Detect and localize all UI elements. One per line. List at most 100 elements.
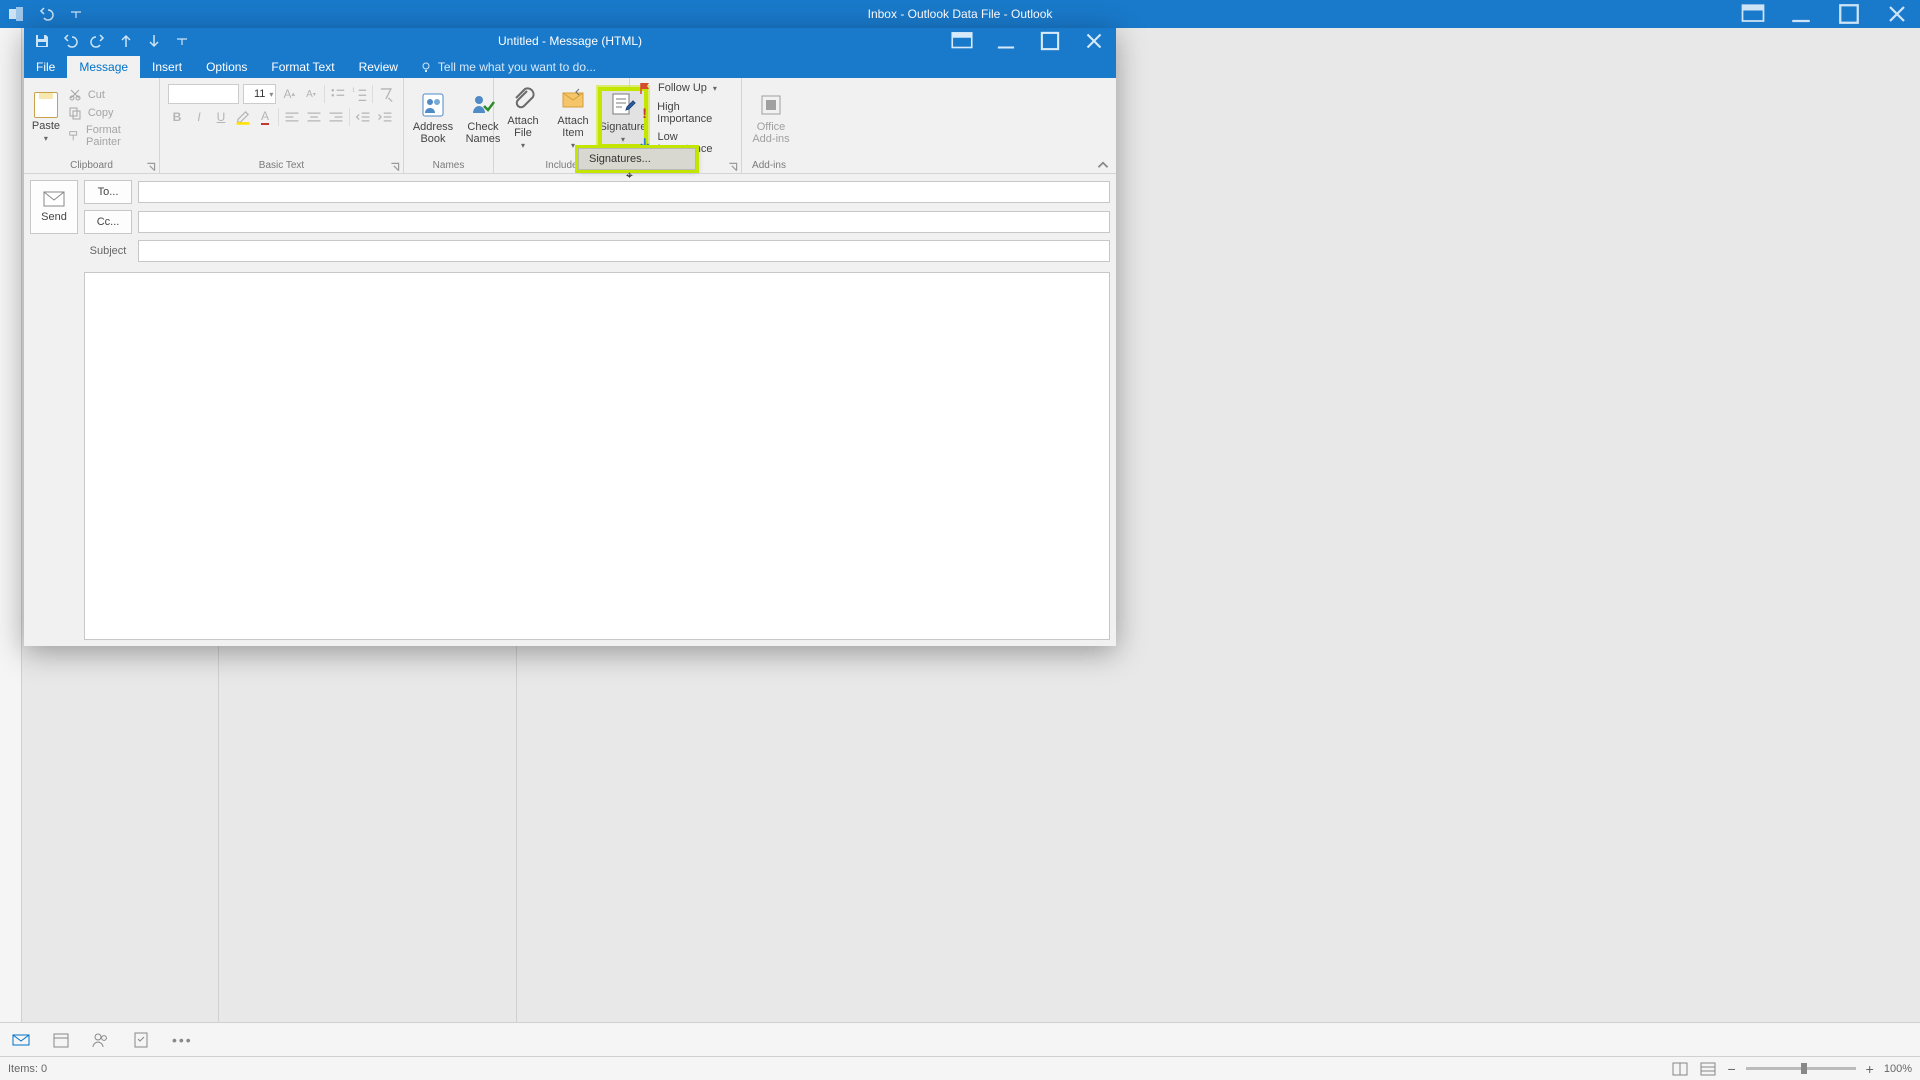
separator bbox=[349, 108, 350, 126]
save-icon[interactable] bbox=[34, 33, 50, 49]
follow-up-label: Follow Up bbox=[658, 82, 707, 94]
ribbon-display-options-icon[interactable] bbox=[940, 28, 984, 54]
align-left-icon[interactable] bbox=[283, 108, 301, 126]
outlook-navigation-bar: ••• bbox=[0, 1022, 1920, 1056]
tell-me-label: Tell me what you want to do... bbox=[438, 60, 596, 74]
zoom-out-icon[interactable]: − bbox=[1727, 1061, 1735, 1077]
to-field[interactable] bbox=[138, 181, 1110, 203]
bold-icon[interactable]: B bbox=[168, 108, 186, 126]
tab-options[interactable]: Options bbox=[194, 56, 259, 78]
compose-ribbon-tabs: File Message Insert Options Format Text … bbox=[24, 54, 1116, 78]
mail-icon[interactable] bbox=[12, 1031, 30, 1049]
close-button[interactable] bbox=[1072, 28, 1116, 54]
compose-title-text: Untitled - Message (HTML) bbox=[498, 34, 642, 48]
format-painter-label: Format Painter bbox=[86, 124, 149, 148]
pane-divider bbox=[516, 645, 517, 1022]
people-icon[interactable] bbox=[92, 1031, 110, 1049]
cc-button[interactable]: Cc... bbox=[84, 210, 132, 234]
paste-label: Paste bbox=[32, 120, 60, 132]
tell-me-search[interactable]: Tell me what you want to do... bbox=[410, 60, 606, 78]
shrink-font-icon[interactable]: A▾ bbox=[302, 85, 320, 103]
compose-message-window: Untitled - Message (HTML) File Message I… bbox=[24, 28, 1116, 646]
increase-indent-icon[interactable] bbox=[376, 108, 394, 126]
chevron-down-icon: ▾ bbox=[621, 135, 625, 144]
collapse-ribbon-icon[interactable] bbox=[1094, 157, 1112, 173]
attach-file-label: Attach File bbox=[507, 115, 538, 139]
view-reading-icon[interactable] bbox=[1699, 1060, 1717, 1078]
highlight-icon[interactable] bbox=[234, 108, 252, 126]
align-right-icon[interactable] bbox=[327, 108, 345, 126]
close-button[interactable] bbox=[1874, 0, 1920, 28]
office-addins-label: Office Add-ins bbox=[752, 121, 789, 145]
next-item-icon[interactable] bbox=[146, 33, 162, 49]
signatures-label-post: natures... bbox=[605, 153, 651, 165]
bullets-icon[interactable] bbox=[329, 85, 347, 103]
attach-item-icon bbox=[559, 85, 587, 113]
outlook-titlebar: Inbox - Outlook Data File - Outlook bbox=[0, 0, 1920, 28]
follow-up-button[interactable]: Follow Up ▾ bbox=[636, 80, 735, 96]
zoom-in-icon[interactable]: + bbox=[1866, 1061, 1874, 1077]
nav-more-icon[interactable]: ••• bbox=[172, 1032, 193, 1048]
chevron-down-icon: ▾ bbox=[571, 141, 575, 150]
dialog-launcher-icon[interactable] bbox=[389, 161, 401, 173]
font-color-icon[interactable]: A bbox=[256, 108, 274, 126]
previous-item-icon[interactable] bbox=[118, 33, 134, 49]
underline-icon[interactable]: U bbox=[212, 108, 230, 126]
high-importance-button[interactable]: ! High Importance bbox=[636, 100, 735, 126]
flag-icon bbox=[638, 81, 652, 95]
copy-button[interactable]: Copy bbox=[64, 105, 153, 121]
tab-format-text[interactable]: Format Text bbox=[259, 56, 346, 78]
address-book-button[interactable]: Address Book bbox=[410, 89, 456, 147]
format-painter-button[interactable]: Format Painter bbox=[64, 123, 153, 149]
send-button[interactable]: Send bbox=[30, 180, 78, 234]
lightbulb-icon bbox=[420, 61, 432, 73]
font-size-select[interactable]: 11 bbox=[243, 84, 277, 104]
tasks-icon[interactable] bbox=[132, 1031, 150, 1049]
office-addins-button[interactable]: Office Add-ins bbox=[748, 89, 794, 147]
outlook-nav-pane-collapsed bbox=[0, 28, 22, 1056]
qat-customize-icon[interactable] bbox=[174, 33, 190, 49]
dialog-launcher-icon[interactable] bbox=[727, 161, 739, 173]
minimize-button[interactable] bbox=[1778, 0, 1824, 28]
outlook-title-text: Inbox - Outlook Data File - Outlook bbox=[868, 7, 1053, 21]
paste-button[interactable]: Paste ▾ bbox=[30, 92, 62, 143]
attach-item-button[interactable]: Attach Item ▾ bbox=[550, 83, 596, 152]
maximize-button[interactable] bbox=[1826, 0, 1872, 28]
ribbon-group-basic-text: 11 A▴ A▾ 1 B I U A bbox=[160, 78, 404, 173]
ribbon-display-options-icon[interactable] bbox=[1730, 0, 1776, 28]
message-body[interactable] bbox=[84, 272, 1110, 640]
calendar-icon[interactable] bbox=[52, 1031, 70, 1049]
subject-field[interactable] bbox=[138, 240, 1110, 262]
cc-field[interactable] bbox=[138, 211, 1110, 233]
signatures-menu-item[interactable]: Signatures... bbox=[579, 149, 695, 169]
cut-button[interactable]: Cut bbox=[64, 87, 153, 103]
grow-font-icon[interactable]: A▴ bbox=[280, 85, 298, 103]
tab-insert[interactable]: Insert bbox=[140, 56, 194, 78]
numbering-icon[interactable]: 1 bbox=[351, 85, 369, 103]
clear-formatting-icon[interactable] bbox=[377, 85, 395, 103]
high-importance-label: High Importance bbox=[657, 101, 733, 125]
zoom-slider[interactable] bbox=[1746, 1067, 1856, 1070]
align-center-icon[interactable] bbox=[305, 108, 323, 126]
dialog-launcher-icon[interactable] bbox=[145, 161, 157, 173]
maximize-button[interactable] bbox=[1028, 28, 1072, 54]
chevron-down-icon: ▾ bbox=[521, 141, 525, 150]
decrease-indent-icon[interactable] bbox=[354, 108, 372, 126]
font-family-select[interactable] bbox=[168, 84, 239, 104]
tab-review[interactable]: Review bbox=[347, 56, 410, 78]
to-button[interactable]: To... bbox=[84, 180, 132, 204]
minimize-button[interactable] bbox=[984, 28, 1028, 54]
tab-message[interactable]: Message bbox=[67, 56, 140, 78]
subject-label: Subject bbox=[84, 245, 132, 257]
tab-file[interactable]: File bbox=[24, 56, 67, 78]
attach-file-button[interactable]: Attach File ▾ bbox=[500, 83, 546, 152]
copy-label: Copy bbox=[88, 107, 114, 119]
italic-icon[interactable]: I bbox=[190, 108, 208, 126]
undo-icon[interactable] bbox=[38, 6, 54, 22]
qat-customize-icon[interactable] bbox=[68, 6, 84, 22]
redo-icon[interactable] bbox=[90, 33, 106, 49]
status-item-count: Items: 0 bbox=[8, 1063, 47, 1075]
view-normal-icon[interactable] bbox=[1671, 1060, 1689, 1078]
undo-icon[interactable] bbox=[62, 33, 78, 49]
ribbon-group-clipboard: Paste ▾ Cut Copy Format Painter bbox=[24, 78, 160, 173]
